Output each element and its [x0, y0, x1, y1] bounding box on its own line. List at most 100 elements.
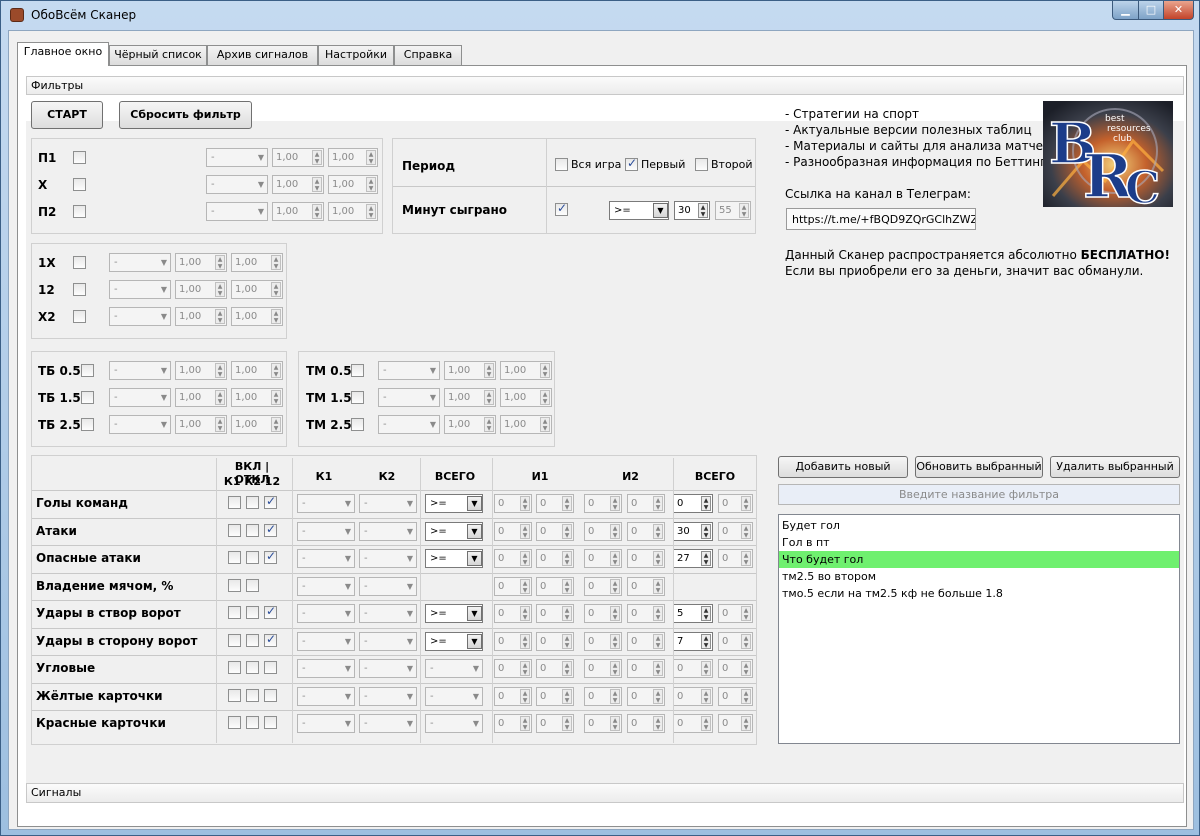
- stat-toggle-checkbox[interactable]: [228, 716, 241, 729]
- period-checkbox[interactable]: [625, 156, 638, 171]
- filter-list-item[interactable]: тмо.5 если на тм2.5 кф не больше 1.8: [779, 585, 1179, 602]
- spinner-arrows-icon[interactable]: ▲ ▼: [540, 390, 550, 405]
- spinner-arrows-icon[interactable]: ▲ ▼: [215, 417, 225, 432]
- filters-section-header[interactable]: Фильтры: [26, 76, 1184, 95]
- filter-list-item[interactable]: Будет гол: [779, 517, 1179, 534]
- number-stepper[interactable]: 0 ▲ ▼: [584, 631, 622, 651]
- select-dropdown[interactable]: - ▼: [297, 714, 355, 733]
- tab-signal-archive[interactable]: Архив сигналов: [207, 45, 318, 65]
- stat-toggle-checkbox[interactable]: [264, 522, 277, 537]
- stat-toggle-checkbox[interactable]: [246, 688, 259, 702]
- number-stepper[interactable]: 0 ▲ ▼: [536, 714, 574, 733]
- spinner-arrows-icon[interactable]: ▲ ▼: [520, 578, 530, 594]
- spinner-arrows-icon[interactable]: ▲ ▼: [215, 390, 225, 405]
- number-stepper[interactable]: 0 ▲ ▼: [673, 494, 713, 513]
- number-stepper[interactable]: 0 ▲ ▼: [494, 631, 532, 651]
- number-stepper[interactable]: 1,00 ▲ ▼: [328, 148, 378, 167]
- number-stepper[interactable]: 0 ▲ ▼: [584, 714, 622, 733]
- number-stepper[interactable]: 0 ▲ ▼: [718, 549, 753, 568]
- number-stepper[interactable]: 0 ▲ ▼: [536, 576, 574, 596]
- signals-section-header[interactable]: Сигналы: [26, 783, 1184, 803]
- minutes-to-stepper[interactable]: 55 ▲ ▼: [715, 201, 751, 220]
- select-dropdown[interactable]: - ▼: [206, 148, 268, 167]
- number-stepper[interactable]: 0 ▲ ▼: [584, 494, 622, 513]
- add-filter-button[interactable]: Добавить новый: [778, 456, 908, 478]
- spinner-arrows-icon[interactable]: ▲ ▼: [701, 523, 711, 539]
- select-dropdown[interactable]: - ▼: [359, 714, 417, 733]
- spinner-arrows-icon[interactable]: ▲ ▼: [520, 606, 530, 621]
- filter-list-item[interactable]: Что будет гол: [779, 551, 1179, 568]
- spinner-arrows-icon[interactable]: ▲ ▼: [653, 496, 663, 511]
- spinner-arrows-icon[interactable]: ▲ ▼: [215, 255, 225, 270]
- double-chance-checkbox[interactable]: [73, 310, 86, 323]
- select-dropdown[interactable]: - ▼: [206, 175, 268, 194]
- number-stepper[interactable]: 0 ▲ ▼: [494, 576, 532, 596]
- select-dropdown[interactable]: >= ▼: [425, 631, 483, 651]
- spinner-arrows-icon[interactable]: ▲ ▼: [312, 150, 322, 165]
- number-stepper[interactable]: 1,00 ▲ ▼: [328, 202, 378, 221]
- number-stepper[interactable]: 1,00 ▲ ▼: [175, 361, 227, 380]
- select-dropdown[interactable]: - ▼: [359, 576, 417, 596]
- spinner-arrows-icon[interactable]: ▲ ▼: [520, 523, 530, 539]
- number-stepper[interactable]: 0 ▲ ▼: [627, 659, 665, 678]
- spinner-arrows-icon[interactable]: ▲ ▼: [484, 363, 494, 378]
- number-stepper[interactable]: 1,00 ▲ ▼: [175, 307, 227, 326]
- stat-toggle-checkbox[interactable]: [228, 633, 241, 647]
- delete-filter-button[interactable]: Удалить выбранный: [1050, 456, 1180, 478]
- outcome-checkbox[interactable]: [73, 205, 86, 218]
- spinner-arrows-icon[interactable]: ▲ ▼: [484, 390, 494, 405]
- stat-toggle-checkbox[interactable]: [264, 549, 277, 564]
- outcome-checkbox[interactable]: [73, 151, 86, 164]
- spinner-arrows-icon[interactable]: ▲ ▼: [520, 551, 530, 566]
- select-dropdown[interactable]: - ▼: [297, 549, 355, 568]
- spinner-arrows-icon[interactable]: ▲ ▼: [653, 606, 663, 621]
- stat-toggle-checkbox[interactable]: [228, 551, 241, 564]
- spinner-arrows-icon[interactable]: ▲ ▼: [312, 204, 322, 219]
- stat-toggle-checkbox[interactable]: [246, 523, 259, 537]
- spinner-arrows-icon[interactable]: ▲ ▼: [562, 496, 572, 511]
- spinner-arrows-icon[interactable]: ▲ ▼: [562, 716, 572, 731]
- outcome-checkbox[interactable]: [73, 178, 86, 191]
- stat-toggle-checkbox[interactable]: [264, 661, 277, 674]
- spinner-arrows-icon[interactable]: ▲ ▼: [562, 551, 572, 566]
- spinner-arrows-icon[interactable]: ▲ ▼: [562, 523, 572, 539]
- select-dropdown[interactable]: - ▼: [297, 686, 355, 706]
- number-stepper[interactable]: 0 ▲ ▼: [584, 659, 622, 678]
- stat-toggle-checkbox[interactable]: [264, 604, 277, 619]
- number-stepper[interactable]: 0 ▲ ▼: [584, 521, 622, 541]
- spinner-arrows-icon[interactable]: ▲ ▼: [701, 551, 711, 566]
- minimize-button[interactable]: ▁: [1112, 1, 1139, 20]
- spinner-arrows-icon[interactable]: ▲ ▼: [520, 496, 530, 511]
- spinner-arrows-icon[interactable]: ▲ ▼: [540, 363, 550, 378]
- update-filter-button[interactable]: Обновить выбранный: [915, 456, 1043, 478]
- stat-toggle-checkbox[interactable]: [246, 633, 259, 647]
- spinner-arrows-icon[interactable]: ▲ ▼: [653, 633, 663, 649]
- spinner-arrows-icon[interactable]: ▲ ▼: [271, 417, 281, 432]
- number-stepper[interactable]: 1,00 ▲ ▼: [500, 415, 552, 434]
- select-dropdown[interactable]: - ▼: [297, 576, 355, 596]
- select-dropdown[interactable]: - ▼: [359, 659, 417, 678]
- spinner-arrows-icon[interactable]: ▲ ▼: [366, 177, 376, 192]
- spinner-arrows-icon[interactable]: ▲ ▼: [215, 282, 225, 297]
- select-dropdown[interactable]: - ▼: [359, 549, 417, 568]
- stat-toggle-checkbox[interactable]: [264, 494, 277, 509]
- number-stepper[interactable]: 0 ▲ ▼: [494, 686, 532, 706]
- spinner-arrows-icon[interactable]: ▲ ▼: [520, 716, 530, 731]
- spinner-arrows-icon[interactable]: ▲ ▼: [653, 523, 663, 539]
- spinner-arrows-icon[interactable]: ▲ ▼: [562, 578, 572, 594]
- stat-toggle-checkbox[interactable]: [228, 523, 241, 537]
- number-stepper[interactable]: 1,00 ▲ ▼: [444, 415, 496, 434]
- spinner-arrows-icon[interactable]: ▲ ▼: [366, 150, 376, 165]
- number-stepper[interactable]: 0 ▲ ▼: [536, 494, 574, 513]
- spinner-arrows-icon[interactable]: ▲ ▼: [701, 606, 711, 621]
- spinner-arrows-icon[interactable]: ▲ ▼: [610, 606, 620, 621]
- spinner-arrows-icon[interactable]: ▲ ▼: [484, 417, 494, 432]
- number-stepper[interactable]: 0 ▲ ▼: [718, 604, 753, 623]
- spinner-arrows-icon[interactable]: ▲ ▼: [520, 688, 530, 704]
- spinner-arrows-icon[interactable]: ▲ ▼: [562, 688, 572, 704]
- title-bar[interactable]: ОбоВсём Сканер ▁ □ ✕: [1, 1, 1199, 29]
- tab-settings[interactable]: Настройки: [318, 45, 394, 65]
- spinner-arrows-icon[interactable]: ▲ ▼: [610, 716, 620, 731]
- number-stepper[interactable]: 1,00 ▲ ▼: [500, 388, 552, 407]
- number-stepper[interactable]: 0 ▲ ▼: [536, 631, 574, 651]
